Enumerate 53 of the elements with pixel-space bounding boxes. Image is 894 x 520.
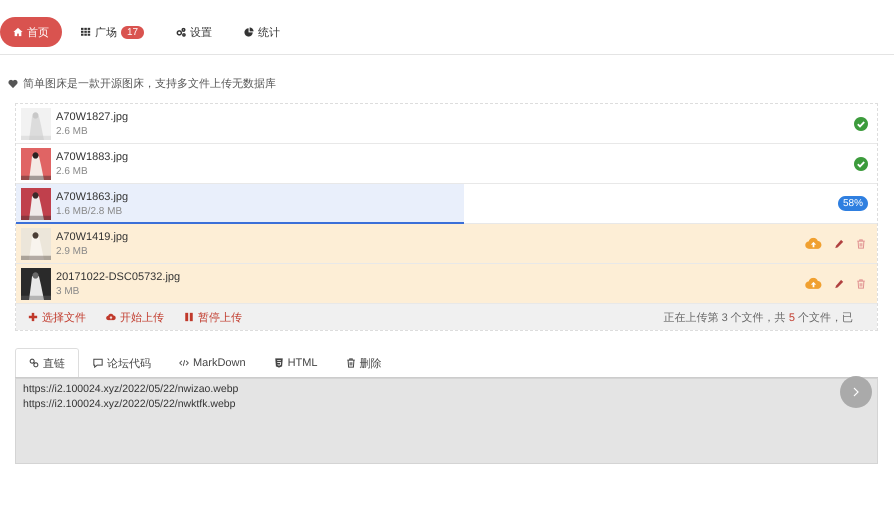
count-badge: 17: [121, 26, 144, 38]
plus-icon: [28, 312, 38, 322]
trash-icon: [856, 238, 866, 248]
file-size: 2.6 MB: [56, 166, 89, 176]
file-name: 20171022-DSC05732.jpg: [56, 270, 180, 282]
result-tab[interactable]: 删除: [332, 348, 396, 377]
file-name: A70W1883.jpg: [56, 150, 128, 162]
toolbar-button[interactable]: 开始上传: [98, 310, 172, 324]
code-icon: [179, 358, 189, 368]
nav-tab[interactable]: 首页: [0, 17, 62, 47]
trash-icon: [856, 278, 866, 288]
pie-chart-icon: [244, 27, 254, 37]
percent-badge: 58%: [838, 196, 868, 211]
check-circle-icon: [854, 116, 868, 130]
file-size: 2.6 MB: [56, 126, 89, 136]
upload-cloud-icon: [805, 277, 822, 290]
nav-tab[interactable]: 设置: [163, 17, 226, 47]
result-tab[interactable]: 论坛代码: [79, 348, 165, 377]
nav-tab[interactable]: 统计: [231, 17, 294, 47]
upload-button[interactable]: [803, 277, 824, 290]
result-tab[interactable]: 直链: [15, 348, 79, 377]
file-name: A70W1863.jpg: [56, 190, 128, 202]
pencil-icon: [834, 238, 844, 248]
upload-cloud-icon: [805, 237, 822, 250]
gears-icon: [176, 27, 186, 37]
trash-icon: [346, 358, 356, 368]
file-size: 3 MB: [56, 286, 80, 296]
upload-button[interactable]: [803, 237, 824, 250]
heart-icon: [8, 78, 18, 88]
file-name: A70W1419.jpg: [56, 230, 128, 242]
link-icon: [29, 358, 39, 368]
file-name: A70W1827.jpg: [56, 110, 128, 122]
file-size: 1.6 MB/2.8 MB: [56, 206, 124, 216]
speech-bubble-icon: [93, 358, 103, 368]
result-tab[interactable]: HTML: [260, 348, 332, 377]
toolbar-button[interactable]: 暂停上传: [176, 310, 250, 324]
grid-icon: [81, 27, 91, 37]
link-line: https://i2.100024.xyz/2022/05/22/nwizao.webp: [23, 383, 238, 395]
upload-status-text: 正在上传第 3 个文件，共 5 个文件，已: [664, 310, 854, 324]
next-button[interactable]: [840, 376, 872, 408]
link-line: https://i2.100024.xyz/2022/05/22/nwktfk.webp: [23, 398, 236, 410]
links-box[interactable]: https://i2.100024.xyz/2022/05/22/nwizao.webp https://i2.100024.xyz/2022/05/22/nwktfk.webp: [15, 378, 878, 464]
toolbar-button[interactable]: 选择文件: [20, 310, 94, 324]
notice-text: 简单图床是一款开源图床，支持多文件上传无数据库: [23, 76, 276, 91]
shield-document-icon: [274, 358, 284, 368]
pause-icon: [184, 312, 194, 322]
result-tab[interactable]: MarkDown: [165, 348, 260, 377]
upload-cloud-icon: [106, 312, 116, 322]
home-icon: [13, 27, 23, 37]
nav-tab[interactable]: 广场 17: [68, 17, 158, 47]
check-circle-icon: [854, 156, 868, 170]
file-size: 2.9 MB: [56, 246, 89, 256]
pencil-icon: [834, 278, 844, 288]
